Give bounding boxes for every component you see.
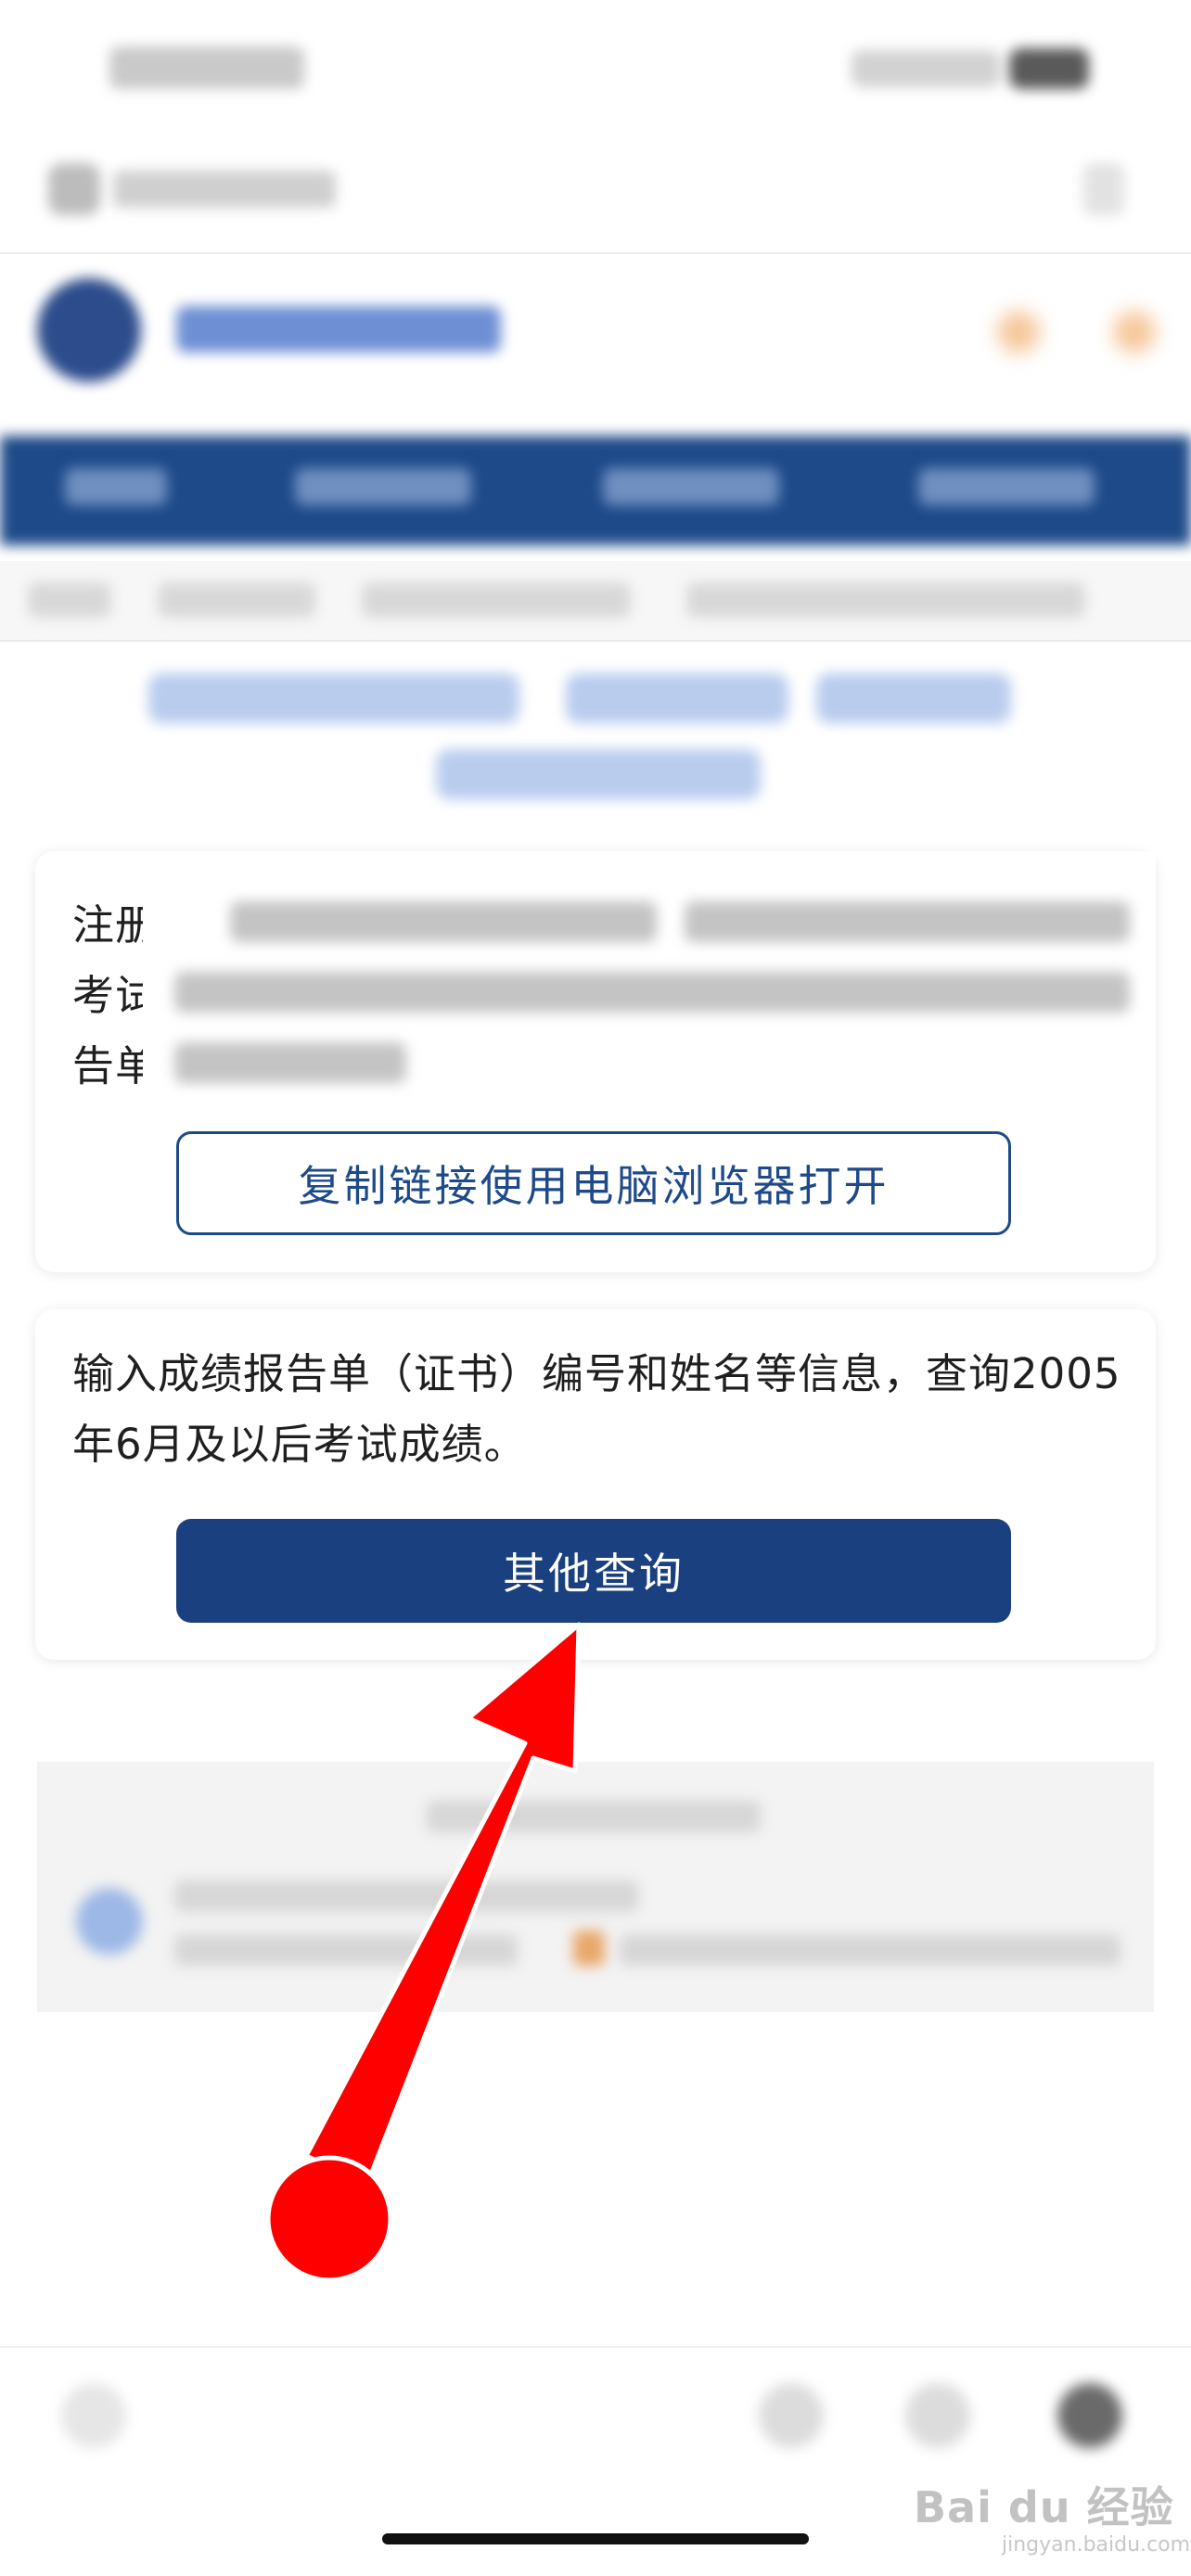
tabs-icon[interactable] [905,2383,970,2448]
share-icon[interactable] [759,2383,824,2448]
arrow-dot [265,2155,393,2283]
home-indicator[interactable] [382,2533,809,2544]
baidu-watermark-url: jingyan.baidu.com [1002,2533,1191,2557]
divider [0,2346,1191,2348]
back-icon[interactable] [61,2383,126,2448]
menu-icon[interactable] [1057,2383,1122,2448]
annotation-arrow [265,1622,582,2283]
baidu-watermark: Bai du 经验 [914,2482,1174,2532]
arrow-shape [303,1622,582,2187]
